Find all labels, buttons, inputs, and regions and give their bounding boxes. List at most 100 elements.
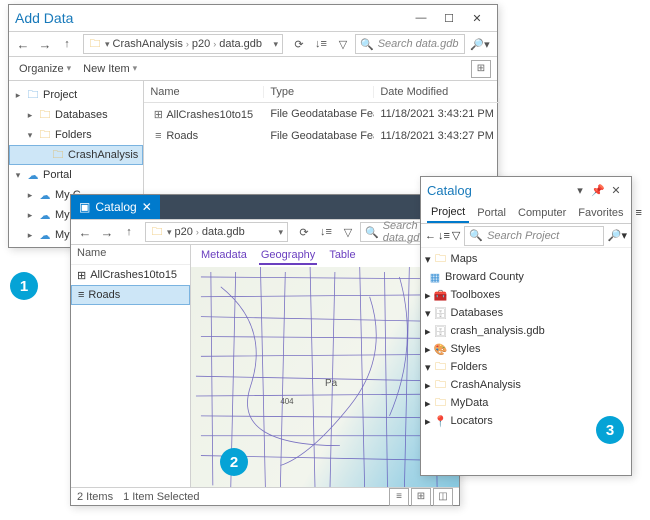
databases-icon: 🗀: [38, 108, 52, 122]
catalog-tab[interactable]: ▣ Catalog ✕: [71, 195, 160, 219]
col-date[interactable]: Date Modified: [374, 86, 500, 98]
list-row[interactable]: ⊞AllCrashes10to15 File Geodatabase Featu…: [144, 103, 500, 125]
list-item[interactable]: ≡Roads: [71, 285, 190, 305]
menu-icon[interactable]: ≡: [632, 204, 646, 222]
search-placeholder: Search Project: [487, 230, 559, 242]
col-name[interactable]: Name: [144, 86, 264, 98]
pin-button[interactable]: 📌: [589, 184, 607, 197]
crumb[interactable]: p20: [175, 226, 193, 238]
tree-crashanalysis[interactable]: 🗀CrashAnalysis: [9, 145, 143, 165]
new-item-menu[interactable]: New Item▾: [79, 61, 141, 77]
maps-icon: 🗀: [434, 252, 448, 266]
filter-button[interactable]: ▽: [333, 34, 353, 54]
view-tabbar: ▣ Catalog ✕: [71, 195, 459, 219]
item-count: 2 Items: [77, 491, 113, 503]
feature-icon: ≡: [150, 130, 166, 142]
search-icon: 🔍: [365, 226, 379, 239]
status-bar: 2 Items 1 Item Selected ≡ ⊞ ◫: [71, 487, 459, 505]
close-button[interactable]: ✕: [463, 7, 491, 29]
view-buttons: ≡ ⊞ ◫: [389, 488, 453, 506]
tree-broward[interactable]: ▦Broward County: [421, 268, 631, 286]
tree-databases[interactable]: ▾🗄Databases: [421, 304, 631, 322]
tab-geography[interactable]: Geography: [259, 247, 317, 265]
back-button[interactable]: ←: [75, 222, 95, 242]
tab-portal[interactable]: Portal: [473, 204, 510, 222]
catalog-view: ▣ Catalog ✕ ← → ↑ 🗀 p20› data.gdb ⟳ ↓≡ ▽…: [70, 194, 460, 506]
col-type[interactable]: Type: [264, 86, 374, 98]
name-header[interactable]: Name: [71, 245, 190, 265]
feature-icon: ⊞: [150, 108, 166, 121]
tree-crash[interactable]: ▸🗀CrashAnalysis: [421, 376, 631, 394]
search-box[interactable]: 🔍 Search Project: [464, 226, 603, 246]
project-tree: ▾🗀Maps ▦Broward County ▸🧰Toolboxes ▾🗄Dat…: [421, 248, 631, 432]
list-row[interactable]: ≡Roads File Geodatabase Feature 11/18/20…: [144, 125, 500, 147]
search-box[interactable]: 🔍 Search data.gdb: [355, 34, 465, 54]
organize-menu[interactable]: Organize▾: [15, 61, 75, 77]
up-button[interactable]: ↑: [57, 34, 77, 54]
tab-metadata[interactable]: Metadata: [199, 247, 249, 265]
crumb[interactable]: data.gdb: [202, 226, 245, 238]
svg-text:Pa: Pa: [325, 378, 338, 389]
tree-toolboxes[interactable]: ▸🧰Toolboxes: [421, 286, 631, 304]
pane-title: Catalog: [427, 183, 571, 198]
sort-button[interactable]: ↓≡: [438, 230, 450, 242]
crumb[interactable]: CrashAnalysis: [113, 38, 183, 50]
filter-button[interactable]: ▽: [338, 222, 358, 242]
database-icon: 🗄: [434, 306, 448, 320]
tree-portal[interactable]: ▾☁Portal: [9, 165, 143, 185]
options-button[interactable]: ▾: [571, 184, 589, 197]
filter-button[interactable]: ▽: [452, 229, 460, 242]
map-icon: ▦: [428, 270, 442, 284]
nav-toolbar: ← → ↑ 🗀 CrashAnalysis› p20› data.gdb ⟳ ↓…: [9, 31, 497, 57]
sort-button[interactable]: ↓≡: [311, 34, 331, 54]
forward-button[interactable]: →: [97, 222, 117, 242]
view-tiles-button[interactable]: ⊞: [411, 488, 431, 506]
up-button[interactable]: ↑: [119, 222, 139, 242]
search-icon: 🔍: [469, 229, 483, 242]
back-button[interactable]: ←: [13, 34, 33, 54]
locator-icon: 📍: [434, 414, 448, 428]
tree-folders[interactable]: ▾🗀Folders: [9, 125, 143, 145]
feature-icon: ⊞: [77, 269, 86, 282]
forward-button[interactable]: →: [35, 34, 55, 54]
tab-computer[interactable]: Computer: [514, 204, 570, 222]
view-mode-button[interactable]: ⊞: [471, 60, 491, 78]
search-placeholder: Search data.gdb: [378, 38, 459, 50]
search-scope-button[interactable]: 🔎▾: [608, 229, 627, 242]
list-item[interactable]: ⊞AllCrashes10to15: [71, 265, 190, 285]
gdb-icon: 🗄: [434, 324, 448, 338]
folders-icon: 🗀: [38, 128, 52, 142]
callout-3: 3: [596, 416, 624, 444]
sort-button[interactable]: ↓≡: [316, 222, 336, 242]
tree-project[interactable]: ▸🗀Project: [9, 85, 143, 105]
refresh-button[interactable]: ⟳: [294, 222, 314, 242]
maximize-button[interactable]: ☐: [435, 7, 463, 29]
tab-table[interactable]: Table: [327, 247, 357, 265]
tree-crashgdb[interactable]: ▸🗄crash_analysis.gdb: [421, 322, 631, 340]
tree-styles[interactable]: ▸🎨Styles: [421, 340, 631, 358]
view-list-button[interactable]: ≡: [389, 488, 409, 506]
cloud-icon: ☁: [38, 228, 52, 242]
breadcrumb[interactable]: 🗀 p20› data.gdb: [145, 222, 288, 242]
crumb[interactable]: data.gdb: [219, 38, 262, 50]
cloud-icon: ☁: [38, 208, 52, 222]
search-options-button[interactable]: 🔎▾: [467, 34, 493, 54]
view-columns-button[interactable]: ◫: [433, 488, 453, 506]
tab-project[interactable]: Project: [427, 203, 469, 223]
crumb[interactable]: p20: [192, 38, 210, 50]
tree-maps[interactable]: ▾🗀Maps: [421, 250, 631, 268]
breadcrumb[interactable]: 🗀 CrashAnalysis› p20› data.gdb: [83, 34, 283, 54]
minimize-button[interactable]: —: [407, 7, 435, 29]
tab-favorites[interactable]: Favorites: [574, 204, 627, 222]
close-button[interactable]: ✕: [607, 184, 625, 197]
tree-folders[interactable]: ▾🗀Folders: [421, 358, 631, 376]
tree-mydata[interactable]: ▸🗀MyData: [421, 394, 631, 412]
refresh-button[interactable]: ⟳: [289, 34, 309, 54]
svg-text:404: 404: [280, 397, 294, 406]
search-icon: 🔍: [360, 38, 374, 51]
folder-icon: 🗀: [51, 148, 65, 162]
tree-databases[interactable]: ▸🗀Databases: [9, 105, 143, 125]
preview-tabs: Metadata Geography Table: [191, 245, 459, 267]
close-tab-button[interactable]: ✕: [142, 200, 152, 214]
back-button[interactable]: ←: [425, 230, 436, 242]
